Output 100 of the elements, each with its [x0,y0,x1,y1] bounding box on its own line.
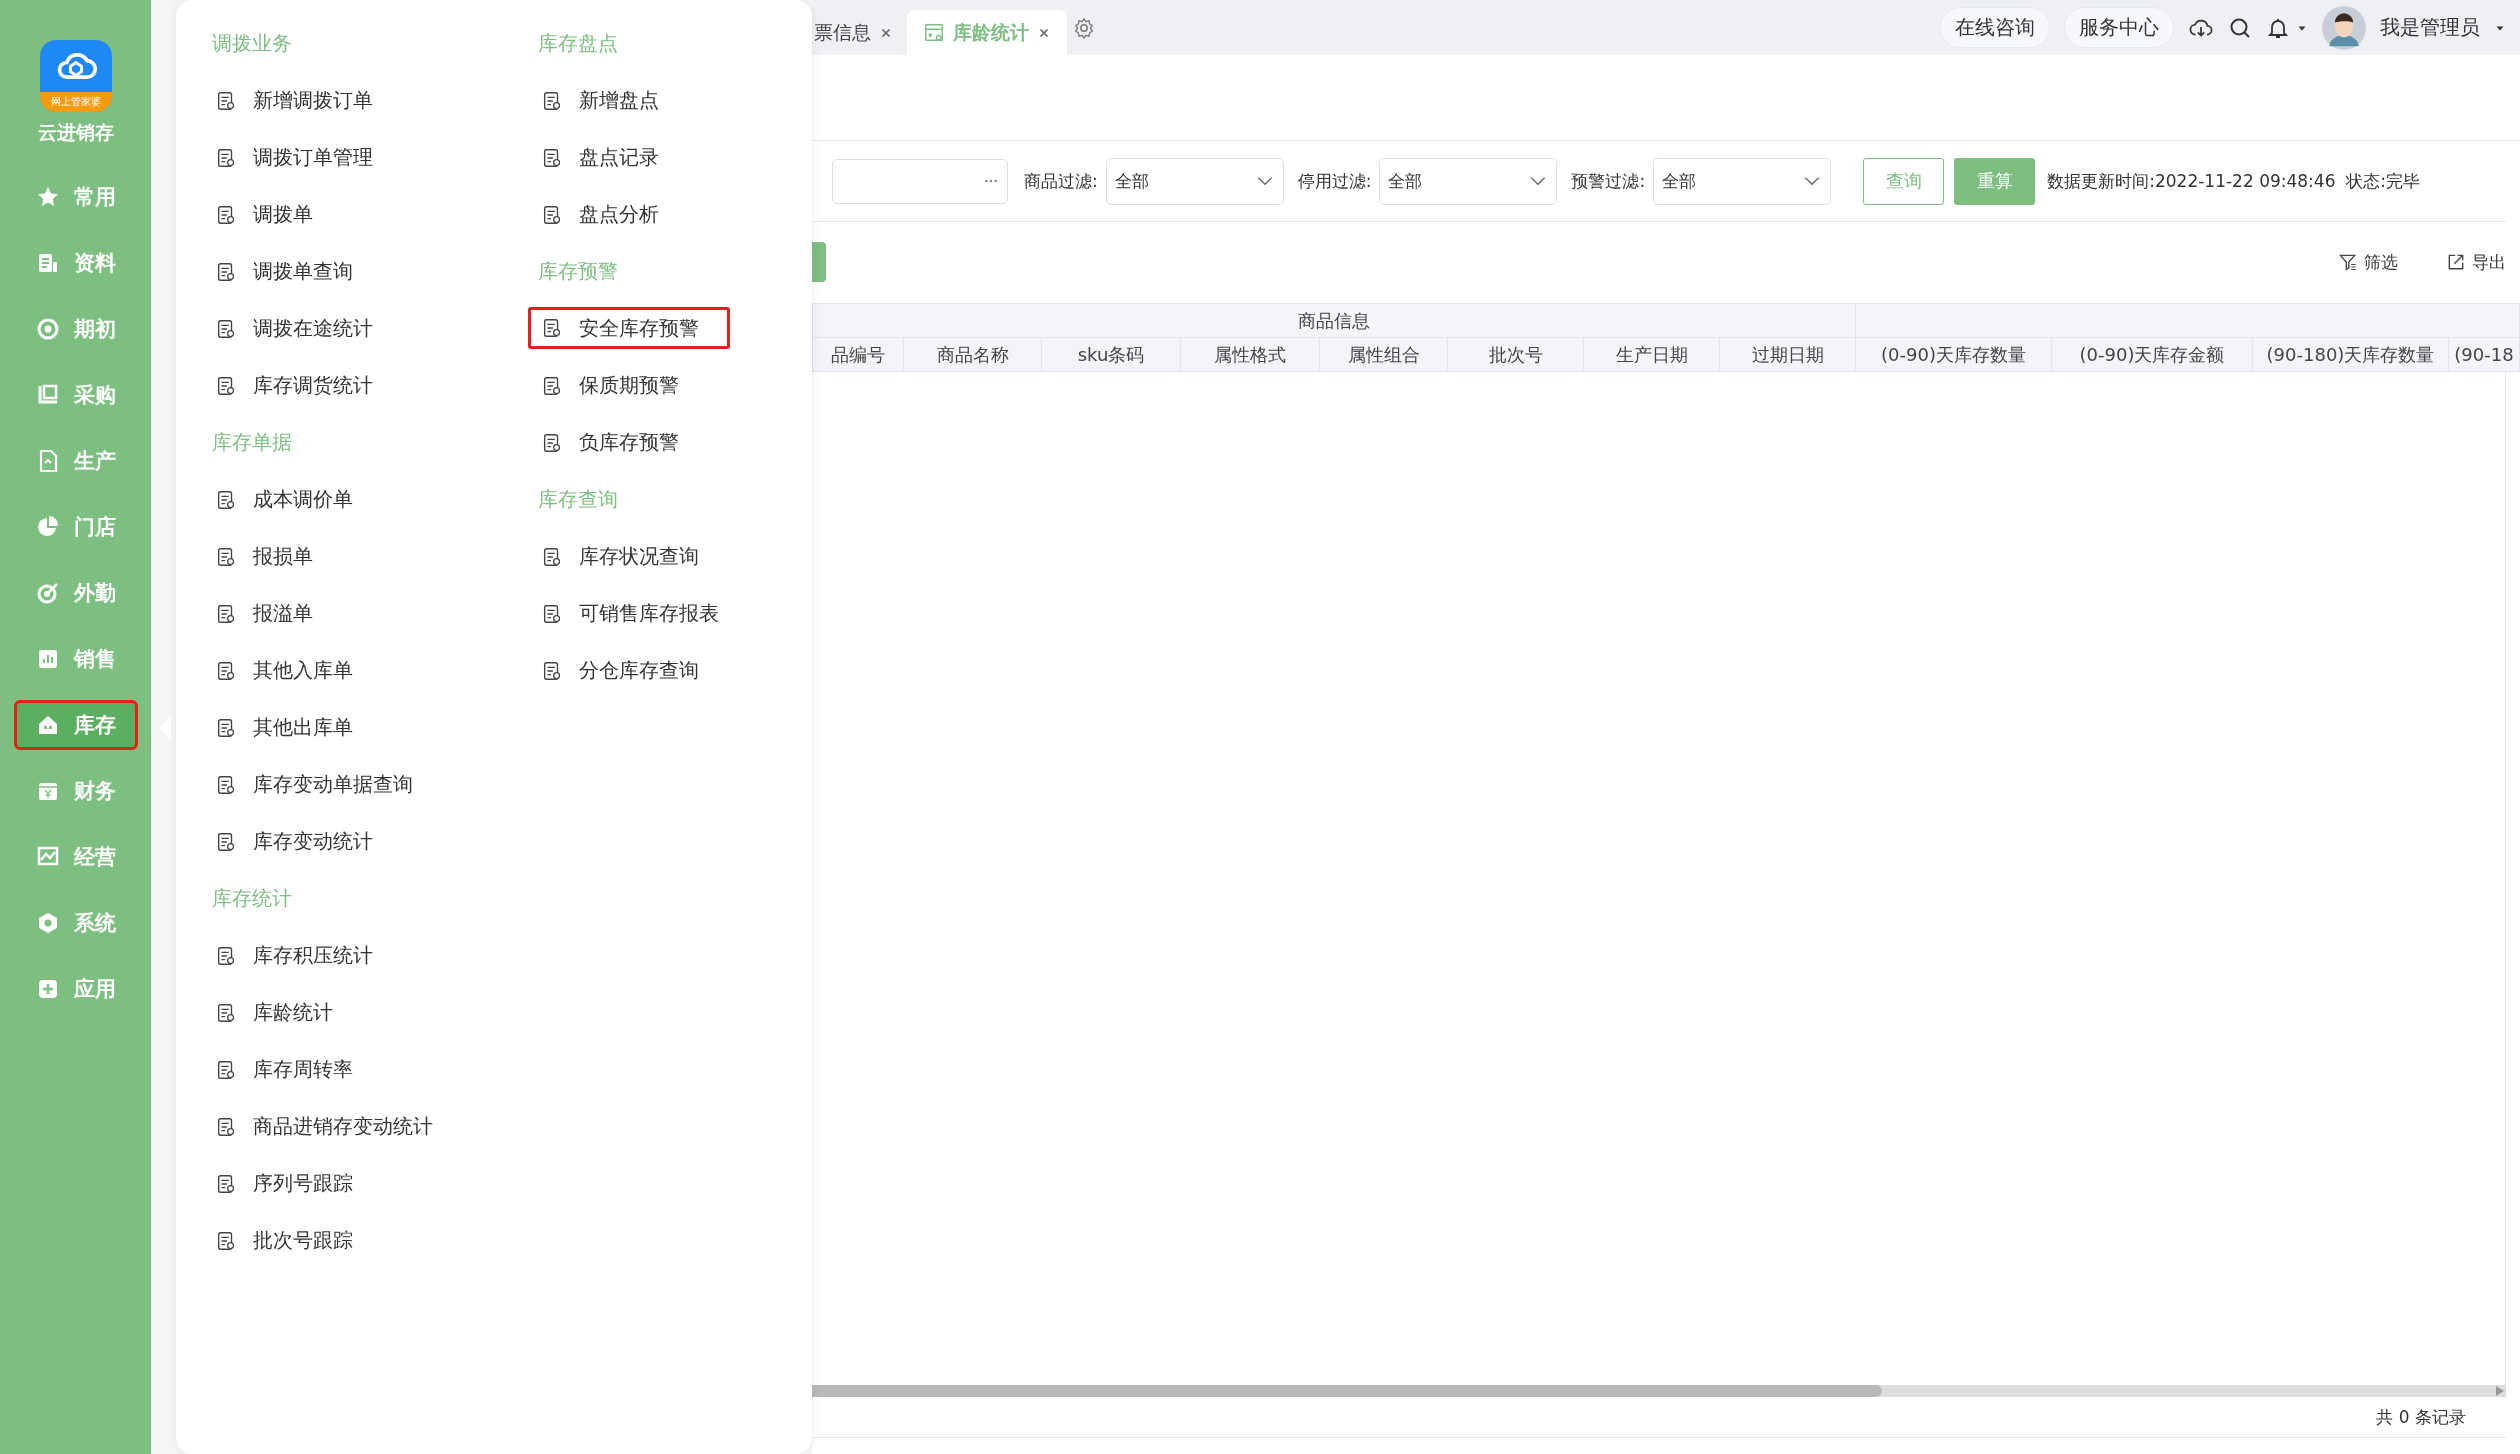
menu-item[interactable]: 库存变动单据查询 [202,756,426,813]
document-icon [215,602,237,625]
document-icon [215,830,237,853]
menu-section-title: 库存统计 [211,885,293,912]
record-count: 共 0 条记录 [2376,1405,2466,1429]
column-header[interactable]: 属性格式 [1180,337,1320,372]
document-icon [215,89,237,112]
menu-item[interactable]: 其他出库单 [202,699,366,756]
column-header[interactable]: (0-90)天库存金额 [2051,337,2253,372]
document-icon [541,431,563,454]
column-header[interactable]: 品编号 [812,337,904,372]
menu-item[interactable]: 库存积压统计 [202,927,386,984]
document-icon [541,374,563,397]
dropdown-field[interactable]: 全部 [1653,157,1832,205]
target-icon [35,581,60,605]
filter-label: 预警过滤: [1571,169,1646,193]
settings-icon[interactable] [1073,16,1095,39]
column-header[interactable]: 过期日期 [1719,337,1856,372]
document-icon [541,602,563,625]
document-icon [541,89,563,112]
star-icon [35,185,60,209]
column-header[interactable]: (0-90)天库存数量 [1855,337,2052,372]
document-icon [215,317,237,340]
menu-item[interactable]: 报损单 [202,528,326,585]
document-icon [215,1115,237,1138]
menu-item[interactable]: 调拨单 [202,186,326,243]
menu-item[interactable]: 负库存预警 [528,414,692,471]
menu-item[interactable]: 新增盘点 [528,72,672,129]
column-header[interactable]: sku条码 [1041,337,1181,372]
menu-item[interactable]: 批次号跟踪 [202,1212,366,1269]
table-icon [923,21,945,44]
document-icon [215,146,237,169]
menu-item[interactable]: 成本调价单 [202,471,366,528]
menu-item[interactable]: 盘点记录 [528,129,672,186]
document-icon [215,203,237,226]
menu-item[interactable]: 盘点分析 [528,186,672,243]
menu-item[interactable]: 库存状况查询 [528,528,712,585]
document-icon [215,773,237,796]
document-icon [215,1058,237,1081]
column-header[interactable]: 属性组合 [1319,337,1448,372]
menu-item[interactable]: 新增调拨订单 [202,72,386,129]
document-icon [215,260,237,283]
document-icon [541,659,563,682]
menu-section-title: 库存盘点 [537,30,619,57]
menu-item[interactable]: 分仓库存查询 [528,642,712,699]
document-icon [215,716,237,739]
menu-item[interactable]: 序列号跟踪 [202,1155,366,1212]
dropdown-field[interactable]: 全部 [1379,157,1558,205]
column-header[interactable]: (90-18 [2448,337,2520,372]
document-icon [215,488,237,511]
document-icon [541,545,563,568]
header-button[interactable]: 在线咨询 [1940,7,2050,48]
menu-item[interactable]: 库存周转率 [202,1041,366,1098]
menu-section-title: 库存单据 [211,429,293,456]
column-group-header: 商品信息 [812,303,1856,338]
header-button[interactable]: 服务中心 [2064,7,2174,48]
export-icon [2446,252,2466,272]
column-header[interactable]: 商品名称 [903,337,1042,372]
filter-label: 商品过滤: [1024,169,1098,193]
target-icon [35,317,60,341]
toolbar-button[interactable]: 导出 [2446,250,2506,274]
menu-section-title: 调拨业务 [211,30,293,57]
document-icon [541,317,563,339]
dropdown-field[interactable]: 全部 [1105,157,1284,205]
document-icon [215,1001,237,1024]
document-icon [215,1229,237,1252]
menu-item[interactable]: 商品进销存变动统计 [202,1098,446,1155]
logo-badge: 网上管家婆 [39,92,112,112]
menu-item[interactable]: 调拨订单管理 [202,129,386,186]
menu-item[interactable]: 保质期预警 [528,357,692,414]
document-icon [215,944,237,967]
menu-item[interactable]: 库存调货统计 [202,357,386,414]
menu-item[interactable]: 可销售库存报表 [528,585,732,642]
menu-item[interactable]: 其他入库单 [202,642,366,699]
page-tab[interactable]: 票信息 [812,10,907,55]
input-field[interactable] [832,158,1008,204]
menu-item[interactable]: 库龄统计 [202,984,346,1041]
filter-label: 停用过滤: [1297,169,1372,193]
filter-icon [2338,252,2358,272]
menu-item[interactable]: 报溢单 [202,585,326,642]
avatar[interactable] [2322,5,2366,50]
menu-section-title: 库存查询 [537,486,619,513]
document-icon [541,203,563,226]
user-name[interactable]: 我是管理员 [2380,14,2480,41]
document-icon [215,545,237,568]
menu-section-title: 库存预警 [537,258,619,285]
document-icon [215,374,237,397]
column-header[interactable]: 生产日期 [1583,337,1720,372]
menu-item[interactable]: 库存变动统计 [202,813,386,870]
document-icon [215,1172,237,1195]
document-icon [541,146,563,169]
app-name: 云进销存 [37,120,114,145]
horizontal-scrollbar[interactable] [812,1385,2506,1397]
pie-chart-icon [35,515,60,539]
menu-item[interactable]: 安全库存预警 [528,307,730,349]
column-header[interactable]: (90-180)天库存数量 [2252,337,2449,372]
menu-item[interactable]: 调拨单查询 [202,243,366,300]
menu-item[interactable]: 调拨在途统计 [202,300,386,357]
column-header[interactable]: 批次号 [1447,337,1584,372]
toolbar-button[interactable]: 筛选 [2338,250,2398,274]
